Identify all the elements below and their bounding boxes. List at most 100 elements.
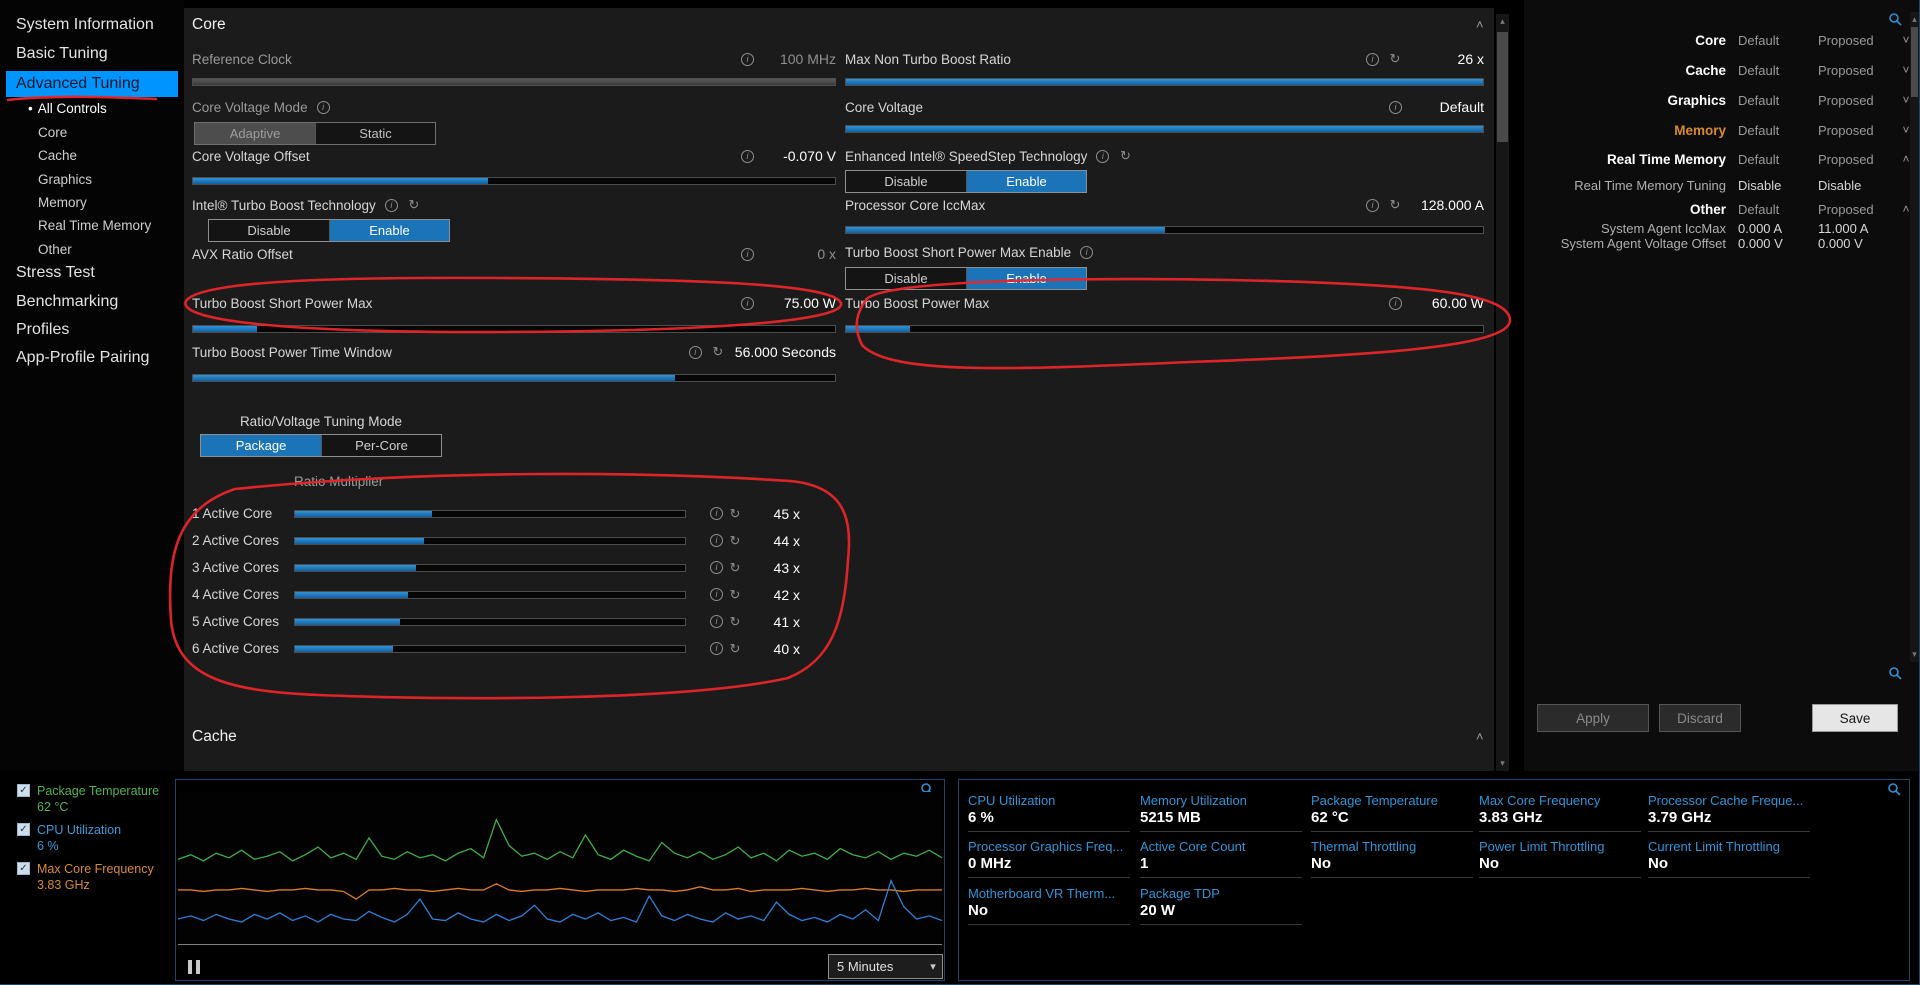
info-icon[interactable]: i xyxy=(710,642,723,655)
core-collapse-icon[interactable]: ˄ xyxy=(1476,17,1484,32)
adaptive-option[interactable]: Adaptive xyxy=(195,123,315,144)
info-icon[interactable]: i xyxy=(1080,245,1094,259)
sidebar-item-benchmarking[interactable]: Benchmarking xyxy=(16,293,118,311)
tb-power-time-window-slider[interactable] xyxy=(192,374,836,382)
sidebar-item-memory[interactable]: Memory xyxy=(38,195,87,210)
info-icon[interactable]: i xyxy=(741,149,754,163)
scroll-up-icon[interactable]: ▴ xyxy=(1496,15,1509,28)
per-core-option[interactable]: Per-Core xyxy=(321,435,441,456)
tb-power-max-slider[interactable] xyxy=(845,325,1484,333)
checkbox-package-temperature[interactable]: ✓ xyxy=(17,784,30,797)
sidebar-item-real-time-memory[interactable]: Real Time Memory xyxy=(38,218,151,233)
checkbox-cpu-utilization[interactable]: ✓ xyxy=(17,823,30,836)
search-icon[interactable] xyxy=(1887,782,1901,796)
interval-dropdown[interactable]: 5 Minutes ▾ xyxy=(828,954,943,979)
sidebar-item-advanced-tuning[interactable]: Advanced Tuning xyxy=(6,71,178,97)
right-panel-scrollbar-thumb[interactable] xyxy=(1911,27,1918,97)
info-icon[interactable]: i xyxy=(1389,296,1402,310)
scroll-down-icon[interactable]: ▾ xyxy=(1910,648,1919,661)
sidebar-item-all-controls[interactable]: • All Controls xyxy=(28,101,107,116)
main-scrollbar-thumb[interactable] xyxy=(1497,32,1508,142)
reset-icon[interactable]: ↻ xyxy=(1118,148,1132,163)
info-icon[interactable]: i xyxy=(741,52,754,66)
info-icon[interactable]: i xyxy=(1096,149,1110,163)
ratio-row-1: 1 Active Core i ↻ 45 x xyxy=(192,505,800,522)
sidebar-item-core[interactable]: Core xyxy=(38,125,67,140)
reset-icon[interactable]: ↻ xyxy=(728,641,742,656)
enable-option[interactable]: Enable xyxy=(329,220,449,241)
static-option[interactable]: Static xyxy=(315,123,435,144)
checkbox-max-core-frequency[interactable]: ✓ xyxy=(17,862,30,875)
discard-button[interactable]: Discard xyxy=(1659,704,1741,732)
enable-option[interactable]: Enable xyxy=(966,171,1086,192)
sidebar-item-stress-test[interactable]: Stress Test xyxy=(16,264,95,282)
main-scrollbar[interactable]: ▴ ▾ xyxy=(1496,14,1509,771)
core-voltage-offset-slider[interactable] xyxy=(192,177,836,185)
tb-short-power-max-slider[interactable] xyxy=(192,325,836,333)
info-icon[interactable]: i xyxy=(710,561,723,574)
core-voltage-mode-toggle: Adaptive Static xyxy=(194,122,436,145)
core-iccmax-slider[interactable] xyxy=(845,226,1484,234)
reset-icon[interactable]: ↻ xyxy=(728,560,742,575)
right-panel-scrollbar[interactable]: ▴ ▾ xyxy=(1910,12,1919,662)
info-icon[interactable]: i xyxy=(1366,198,1379,212)
info-icon[interactable]: i xyxy=(741,247,754,261)
reset-icon[interactable]: ↻ xyxy=(728,587,742,602)
info-icon[interactable]: i xyxy=(710,588,723,601)
save-button[interactable]: Save xyxy=(1812,704,1898,732)
rp-row-core[interactable]: Core Default Proposed ˅ xyxy=(1524,25,1919,55)
sidebar-item-graphics[interactable]: Graphics xyxy=(38,172,92,187)
apply-button[interactable]: Apply xyxy=(1537,704,1649,732)
package-option[interactable]: Package xyxy=(201,435,321,456)
ratio-slider-1[interactable] xyxy=(294,509,686,518)
search-icon[interactable] xyxy=(1888,12,1902,26)
avx-offset-label: AVX Ratio Offset xyxy=(192,246,293,262)
ratio-slider-5[interactable] xyxy=(294,617,686,626)
search-icon[interactable] xyxy=(1888,666,1902,680)
info-icon[interactable]: i xyxy=(741,296,754,310)
disable-option[interactable]: Disable xyxy=(846,268,966,289)
disable-option[interactable]: Disable xyxy=(209,220,329,241)
reset-icon[interactable]: ↻ xyxy=(728,506,742,521)
sidebar-item-profiles[interactable]: Profiles xyxy=(16,321,69,339)
reset-icon[interactable]: ↻ xyxy=(407,197,421,212)
rp-row-graphics[interactable]: Graphics Default Proposed ˅ xyxy=(1524,85,1919,115)
core-voltage-slider[interactable] xyxy=(845,125,1484,133)
info-icon[interactable]: i xyxy=(1389,100,1402,114)
rp-row-other[interactable]: Other Default Proposed ˄ xyxy=(1524,197,1919,221)
rp-row-real-time-memory[interactable]: Real Time Memory Default Proposed ˄ xyxy=(1524,145,1919,173)
ratio-slider-3[interactable] xyxy=(294,563,686,572)
reset-icon[interactable]: ↻ xyxy=(728,533,742,548)
ratio-slider-4[interactable] xyxy=(294,590,686,599)
disable-option[interactable]: Disable xyxy=(846,171,966,192)
ratio-slider-6[interactable] xyxy=(294,644,686,653)
max-non-turbo-slider[interactable] xyxy=(845,78,1484,86)
scroll-down-icon[interactable]: ▾ xyxy=(1496,757,1509,770)
info-icon[interactable]: i xyxy=(688,345,702,359)
pause-button[interactable] xyxy=(188,960,200,974)
info-icon[interactable]: i xyxy=(710,615,723,628)
reset-icon[interactable]: ↻ xyxy=(1388,197,1402,212)
tb-short-power-enable-label: Turbo Boost Short Power Max Enable xyxy=(845,244,1072,260)
sidebar-item-app-profile-pairing[interactable]: App-Profile Pairing xyxy=(16,349,149,367)
ratio-slider-2[interactable] xyxy=(294,536,686,545)
reset-icon[interactable]: ↻ xyxy=(728,614,742,629)
info-icon[interactable]: i xyxy=(710,507,723,520)
info-icon[interactable]: i xyxy=(316,100,330,114)
info-icon[interactable]: i xyxy=(710,534,723,547)
sidebar-item-system-information[interactable]: System Information xyxy=(16,16,154,34)
reset-icon[interactable]: ↻ xyxy=(711,344,725,359)
sidebar-item-basic-tuning[interactable]: Basic Tuning xyxy=(16,45,108,63)
sidebar-item-other[interactable]: Other xyxy=(38,242,72,257)
info-icon[interactable]: i xyxy=(384,198,398,212)
scroll-up-icon[interactable]: ▴ xyxy=(1910,13,1919,26)
rp-row-cache[interactable]: Cache Default Proposed ˅ xyxy=(1524,55,1919,85)
reset-icon[interactable]: ↻ xyxy=(1388,51,1402,66)
monitor-graph-lines xyxy=(177,817,943,923)
reference-clock-slider[interactable] xyxy=(192,78,836,86)
cache-collapse-icon[interactable]: ˄ xyxy=(1476,729,1484,744)
info-icon[interactable]: i xyxy=(1366,52,1379,66)
enable-option[interactable]: Enable xyxy=(966,268,1086,289)
rp-row-memory[interactable]: Memory Default Proposed ˅ xyxy=(1524,115,1919,145)
sidebar-item-cache[interactable]: Cache xyxy=(38,148,77,163)
